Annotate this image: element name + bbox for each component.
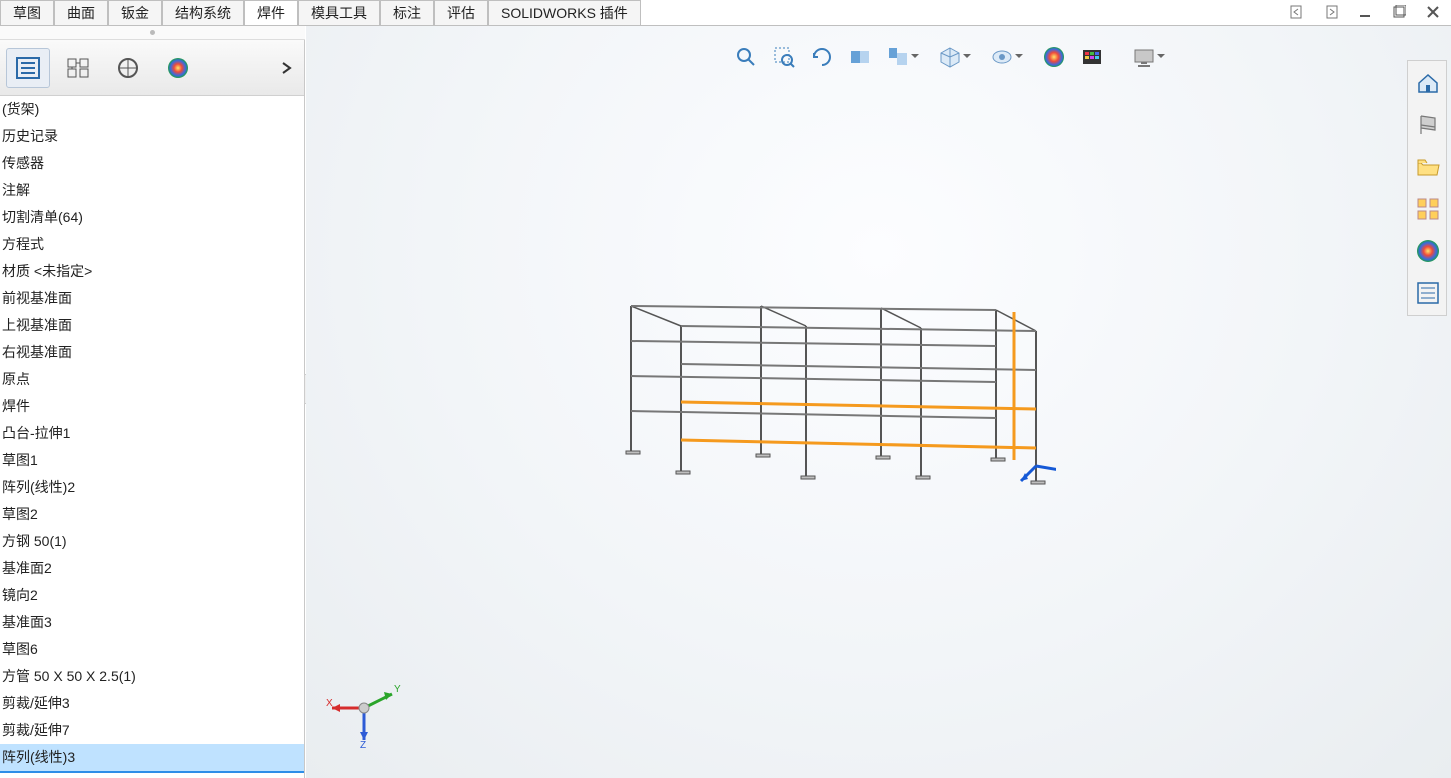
resources-icon[interactable] (1410, 107, 1446, 143)
tree-item[interactable]: 上视基准面 (0, 312, 304, 339)
tab-weldments[interactable]: 焊件 (244, 0, 298, 26)
feature-manager-tab-icon[interactable] (6, 48, 50, 88)
tree-item[interactable]: 右视基准面 (0, 339, 304, 366)
render-icon[interactable] (1077, 42, 1107, 72)
feature-tree[interactable]: (货架) 历史记录 传感器 注解 切割清单(64) 方程式 材质 <未指定> 前… (0, 96, 304, 778)
zoom-fit-icon[interactable] (731, 42, 761, 72)
tree-item[interactable]: 镜向2 (0, 582, 304, 609)
tree-item[interactable]: 切割清单(64) (0, 204, 304, 231)
app-root: 草图 曲面 钣金 结构系统 焊件 模具工具 标注 评估 SOLIDWORKS 插… (0, 0, 1451, 778)
view-heads-up-toolbar (725, 40, 1165, 74)
tab-sheetmetal[interactable]: 钣金 (108, 0, 162, 26)
home-icon[interactable] (1410, 65, 1446, 101)
tree-item[interactable]: 基准面2 (0, 555, 304, 582)
display-style-icon[interactable] (987, 42, 1017, 72)
model-view[interactable] (616, 276, 1056, 486)
configuration-manager-tab-icon[interactable] (106, 48, 150, 88)
triad-z-label: Z (360, 740, 366, 748)
triad-x-label: X (326, 698, 333, 709)
tab-addins[interactable]: SOLIDWORKS 插件 (488, 0, 641, 26)
section-view-icon[interactable] (845, 42, 875, 72)
tree-item[interactable]: 焊件 (0, 393, 304, 420)
tree-item[interactable]: 草图1 (0, 447, 304, 474)
doc-next-icon[interactable] (1321, 2, 1341, 22)
tree-item[interactable]: 剪裁/延伸3 (0, 690, 304, 717)
monitor-icon[interactable] (1129, 42, 1159, 72)
tree-item[interactable]: 材质 <未指定> (0, 258, 304, 285)
tree-item[interactable]: 草图2 (0, 501, 304, 528)
tab-mold-tools[interactable]: 模具工具 (298, 0, 380, 26)
scene-icon[interactable] (1039, 42, 1069, 72)
tree-item[interactable]: 方程式 (0, 231, 304, 258)
window-controls (1287, 2, 1443, 22)
tree-item[interactable]: 原点 (0, 366, 304, 393)
appearances-icon[interactable] (1410, 233, 1446, 269)
graphics-viewport[interactable]: X Y Z (306, 26, 1451, 778)
tree-item[interactable]: 方钢 50(1) (0, 528, 304, 555)
tab-structure-system[interactable]: 结构系统 (162, 0, 244, 26)
tree-item[interactable]: (货架) (0, 96, 304, 123)
custom-props-icon[interactable] (1410, 275, 1446, 311)
view-palette-icon[interactable] (1410, 191, 1446, 227)
tree-item[interactable]: 注解 (0, 177, 304, 204)
ribbon-tabs: 草图 曲面 钣金 结构系统 焊件 模具工具 标注 评估 SOLIDWORKS 插… (0, 0, 641, 26)
tab-dimxpert[interactable]: 标注 (380, 0, 434, 26)
tree-item[interactable]: 基准面3 (0, 609, 304, 636)
maximize-button[interactable] (1389, 2, 1409, 22)
tree-item[interactable]: 阵列(线性)3 (0, 744, 304, 773)
property-manager-tab-icon[interactable] (56, 48, 100, 88)
panel-drag-handle[interactable] (0, 26, 305, 40)
tree-item[interactable]: 传感器 (0, 150, 304, 177)
orientation-triad[interactable]: X Y Z (324, 668, 404, 748)
appearance-manager-tab-icon[interactable] (156, 48, 200, 88)
task-pane (1407, 60, 1447, 316)
tree-item[interactable]: 方管 50 X 50 X 2.5(1) (0, 663, 304, 690)
triad-y-label: Y (394, 684, 401, 695)
close-button[interactable] (1423, 2, 1443, 22)
doc-prev-icon[interactable] (1287, 2, 1307, 22)
tab-surfaces[interactable]: 曲面 (54, 0, 108, 26)
zoom-area-icon[interactable] (769, 42, 799, 72)
previous-view-icon[interactable] (807, 42, 837, 72)
tree-item[interactable]: 草图6 (0, 636, 304, 663)
tree-item[interactable]: 阵列(线性)2 (0, 474, 304, 501)
panel-toolbar (0, 40, 304, 96)
tree-item[interactable]: 凸台-拉伸1 (0, 420, 304, 447)
panel-expand-icon[interactable] (276, 57, 298, 79)
minimize-button[interactable] (1355, 2, 1375, 22)
tree-item[interactable]: 剪裁/延伸7 (0, 717, 304, 744)
tab-sketch[interactable]: 草图 (0, 0, 54, 26)
view-orientation-icon[interactable] (935, 42, 965, 72)
tab-evaluate[interactable]: 评估 (434, 0, 488, 26)
feature-manager-panel: (货架) 历史记录 传感器 注解 切割清单(64) 方程式 材质 <未指定> 前… (0, 40, 305, 778)
open-icon[interactable] (1410, 149, 1446, 185)
tree-item[interactable]: 前视基准面 (0, 285, 304, 312)
dynamic-zoom-icon[interactable] (883, 42, 913, 72)
tree-item[interactable]: 历史记录 (0, 123, 304, 150)
